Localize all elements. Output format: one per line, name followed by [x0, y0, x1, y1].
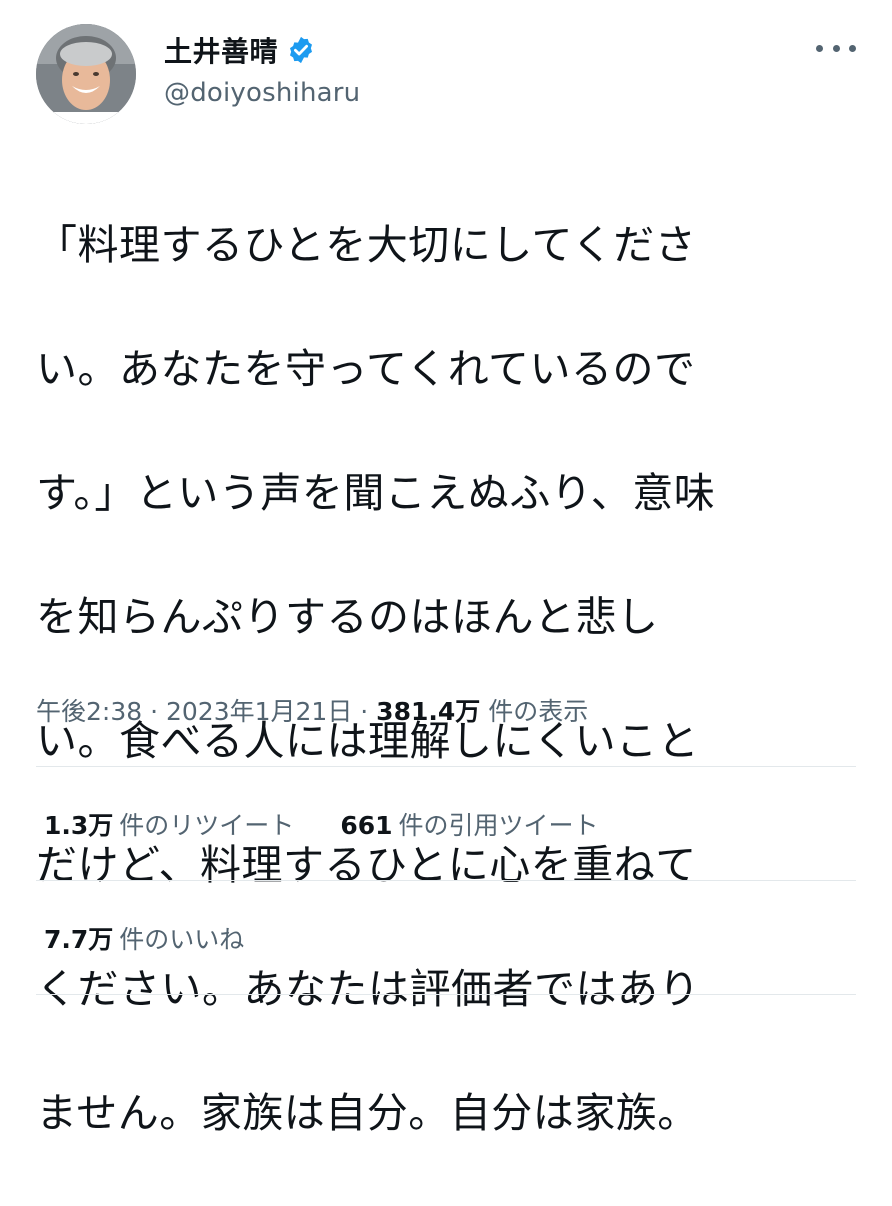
tweet-date[interactable]: 2023年1月21日 [166, 697, 352, 726]
tweet-text: 「料理するひとを大切にしてくださ い。あなたを守ってくれているので す。」という… [36, 152, 856, 1206]
likes-stats-row: 7.7万 件のいいね [44, 920, 290, 956]
quotes-label: 件の引用ツイート [398, 811, 599, 840]
avatar[interactable] [36, 24, 136, 124]
tweet-line: い。あなたを守ってくれているので [36, 345, 696, 393]
tweet-header: 土井善晴 @doiyoshiharu [36, 24, 856, 124]
display-name[interactable]: 土井善晴 [164, 30, 278, 70]
views-label: 件の表示 [480, 697, 589, 726]
meta-separator: · [352, 697, 377, 726]
views-count: 381.4万 [376, 697, 481, 726]
meta-separator: · [142, 697, 166, 726]
more-options-icon[interactable] [816, 36, 856, 60]
likes-label: 件のいいね [119, 925, 245, 954]
divider [36, 766, 856, 767]
likes-count: 7.7万 [44, 925, 114, 954]
tweet-time[interactable]: 午後2:38 [36, 697, 142, 726]
tweet-line: ください。あなたは評価者ではあり [36, 965, 700, 1013]
verified-badge-icon [286, 35, 316, 65]
retweets-stat[interactable]: 1.3万 件のリツイート [44, 806, 294, 842]
tweet-line: だけど、料理するひとに心を重ねて [36, 841, 697, 889]
avatar-photo-icon [36, 24, 136, 124]
divider [36, 880, 856, 881]
tweet-line: 「料理するひとを大切にしてくださ [36, 221, 697, 269]
likes-stat[interactable]: 7.7万 件のいいね [44, 920, 244, 956]
retweets-count: 1.3万 [44, 811, 114, 840]
tweet-line: を知らんぷりするのはほんと悲し [36, 593, 659, 641]
engagement-stats-row: 1.3万 件のリツイート 661 件の引用ツイート [44, 806, 645, 842]
tweet-meta: 午後2:38 · 2023年1月21日 · 381.4万 件の表示 [36, 692, 588, 728]
tweet-line: す。」という声を聞こえぬふり、意味 [36, 469, 716, 517]
user-info: 土井善晴 @doiyoshiharu [164, 30, 360, 108]
retweets-label: 件のリツイート [119, 811, 295, 840]
quotes-stat[interactable]: 661 件の引用ツイート [340, 806, 598, 842]
quotes-count: 661 [340, 811, 393, 840]
display-name-row: 土井善晴 [164, 30, 360, 70]
divider [36, 994, 856, 995]
tweet-line: ません。家族は自分。自分は家族。 [36, 1089, 699, 1137]
user-handle[interactable]: @doiyoshiharu [164, 78, 360, 108]
